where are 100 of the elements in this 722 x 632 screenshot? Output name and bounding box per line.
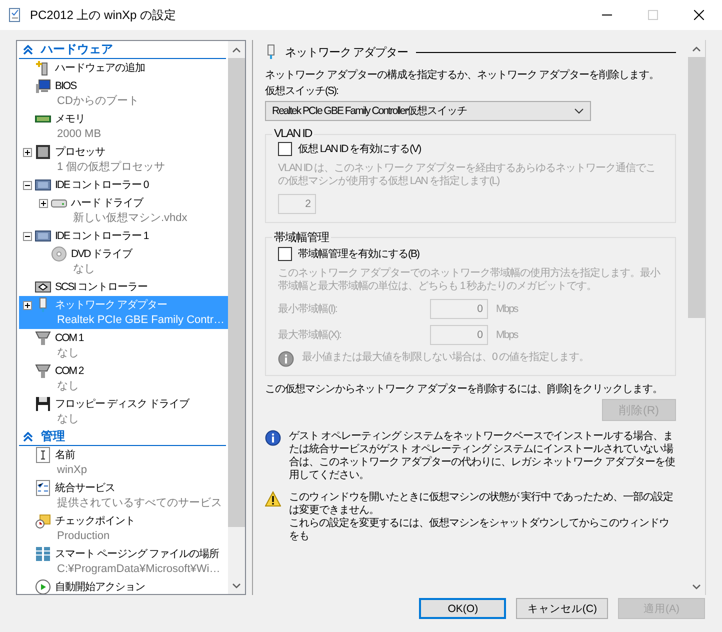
item-label: ネットワーク アダプター (55, 298, 168, 313)
controller-card-icon (35, 228, 51, 244)
unit-label: Mbps (496, 329, 518, 341)
serial-port-icon (35, 363, 51, 379)
tree-item[interactable]: ハード ドライブ 新しい仮想マシン.vhdx (19, 194, 228, 227)
tree-item[interactable]: BIOS CDからのブート (19, 77, 228, 110)
item-label: スマート ページング ファイルの場所 (55, 547, 220, 562)
intro-text: ネットワーク アダプターの構成を指定するか、ネットワーク アダプターを削除します。 (265, 69, 660, 82)
tree-item[interactable]: メモリ 2000 MB (19, 110, 228, 143)
expand-icon[interactable] (22, 300, 32, 310)
item-label: ハードウェアの追加 (55, 61, 145, 76)
item-label: プロセッサ (55, 145, 106, 160)
tree-item[interactable]: COM 1 なし (19, 329, 228, 362)
chevron-down-icon (574, 108, 584, 114)
tree-item[interactable]: スマート ページング ファイルの場所 C:¥ProgramData¥Microsoft¥Wi… (19, 545, 228, 578)
collapse-icon[interactable] (22, 180, 32, 190)
field-label: 最大帯域幅(X): (278, 328, 342, 342)
section-header[interactable]: 管理 (19, 428, 226, 446)
item-label: 名前 (55, 448, 76, 463)
item-label: メモリ (55, 112, 86, 127)
collapse-section-icon[interactable] (23, 44, 33, 54)
scroll-up-icon[interactable] (692, 46, 701, 52)
minimize-icon (602, 14, 612, 16)
tree-item[interactable]: COM 2 なし (19, 362, 228, 395)
network-plug-icon (265, 44, 277, 60)
item-label: COM 2 (55, 364, 84, 379)
item-detail: 1 個の仮想プロセッサ (56, 160, 166, 175)
group-title: VLAN ID (273, 128, 314, 140)
expand-icon[interactable] (22, 148, 32, 156)
tree-item[interactable]: プロセッサ 1 個の仮想プロセッサ (19, 143, 228, 176)
collapse-section-icon[interactable] (23, 432, 33, 442)
item-detail: なし (72, 262, 96, 277)
item-label: 自動開始アクション (55, 580, 145, 594)
tree-item[interactable]: DVD ドライブ なし (19, 245, 228, 278)
chip-icon (35, 144, 51, 160)
note-text: このウィンドウを開いたときに仮想マシンの状態が 実行中 であったため、一部の設定は変更できません。 (289, 491, 674, 517)
scroll-up-icon[interactable] (232, 46, 241, 52)
tree-item[interactable]: 自動開始アクション (19, 578, 228, 594)
section-title: ハードウェア (41, 41, 113, 58)
virtual-switch-dropdown[interactable]: Realtek PCIe GBE Family Controller仮想スイッチ (265, 101, 591, 121)
dialog-button[interactable]: OK(O) (419, 598, 506, 619)
item-label: ハード ドライブ (71, 196, 144, 211)
section-header[interactable]: ハードウェア (19, 41, 226, 59)
note-text: これらの設定を変更するには、仮想マシンをシャットダウンしてからこのウィンドウをも (289, 517, 670, 543)
item-label: IDE コントローラー 1 (55, 229, 148, 244)
info-icon (278, 351, 294, 367)
scrollbar-thumb[interactable] (688, 57, 705, 318)
warning-icon (265, 491, 281, 507)
tree-item[interactable]: SCSI コントローラー (19, 278, 228, 296)
item-label: DVD ドライブ (71, 247, 132, 262)
switch-label: 仮想スイッチ(S): (265, 85, 339, 98)
section-title: 管理 (41, 428, 65, 445)
disc-icon (51, 246, 67, 262)
remove-text: この仮想マシンからネットワーク アダプターを削除するには、[削除] をクリックします。 (265, 383, 664, 396)
note-text: ゲスト オペレーティング システムをネットワークベースでインストールする場合、または統合サービスがゲスト オペレーティング システムにインストールされていない場合は、このネットワーク アダプターの代わりに、レガシ ネットワーク アダプターを使用してください。 (289, 430, 676, 482)
scrollbar[interactable] (228, 41, 245, 594)
scroll-down-icon[interactable] (232, 582, 241, 588)
item-detail: Production (56, 529, 111, 544)
item-label: 統合サービス (55, 481, 116, 496)
scrollbar-thumb[interactable] (228, 58, 245, 527)
serial-port-icon (35, 330, 51, 346)
text-cursor-icon (35, 447, 51, 463)
item-detail: 提供されているすべてのサービス (56, 496, 222, 511)
item-detail: Realtek PCIe GBE Family Contr… (56, 313, 224, 328)
vlan-description: VLAN ID は、このネットワーク アダプターを経由するあらゆるネットワーク通信でこの仮想マシンが使用する仮想 LAN を指定します(L) (278, 162, 657, 188)
group-title: 帯域幅管理 (273, 230, 330, 245)
item-label: BIOS (55, 79, 78, 94)
expand-icon[interactable] (38, 198, 48, 208)
computer-icon (35, 78, 51, 94)
panel-header: ネットワーク アダプター (285, 45, 408, 60)
item-label: IDE コントローラー 0 (55, 178, 148, 193)
item-label: フロッピー ディスク ドライブ (55, 397, 189, 412)
tree-item[interactable]: ハードウェアの追加 (19, 59, 228, 77)
item-detail: なし (56, 412, 80, 427)
item-label: SCSI コントローラー (55, 280, 148, 295)
tree-item[interactable]: 名前 winXp (19, 446, 228, 479)
collapse-icon[interactable] (22, 232, 32, 240)
scsi-controller-icon (35, 279, 51, 295)
item-detail: なし (56, 346, 80, 361)
dialog-button[interactable]: キャンセル(C) (516, 598, 608, 619)
tree-item[interactable]: 統合サービス 提供されているすべてのサービス (19, 479, 228, 512)
checklist-icon (35, 480, 51, 496)
scroll-down-icon[interactable] (692, 584, 701, 590)
item-detail: winXp (56, 463, 87, 478)
tree-item[interactable]: IDE コントローラー 0 (19, 176, 228, 194)
tree-item[interactable]: IDE コントローラー 1 (19, 227, 228, 245)
maximize-icon (648, 10, 658, 20)
bandwidth-note: 最小値または最大値を制限しない場合は、0 の値を指定します。 (302, 351, 589, 364)
memory-stack-icon (35, 546, 51, 562)
info-icon (265, 430, 281, 446)
tree-item[interactable]: チェックポイント Production (19, 512, 228, 545)
item-detail: CDからのブート (56, 94, 139, 109)
bandwidth-description: このネットワーク アダプターでのネットワーク帯域幅の使用方法を指定します。最小帯域幅と最大帯域幅の単位は、どちらも 1 秒あたりのメガビットです。 (278, 267, 662, 293)
folder-clock-icon (35, 513, 51, 529)
window-title: PC2012 上の winXp の設定 (30, 6, 178, 24)
close-icon (694, 10, 704, 20)
tree-item[interactable]: フロッピー ディスク ドライブ なし (19, 395, 228, 428)
item-detail: なし (56, 379, 80, 394)
item-detail: 新しい仮想マシン.vhdx (72, 211, 188, 226)
item-label: COM 1 (55, 331, 84, 346)
